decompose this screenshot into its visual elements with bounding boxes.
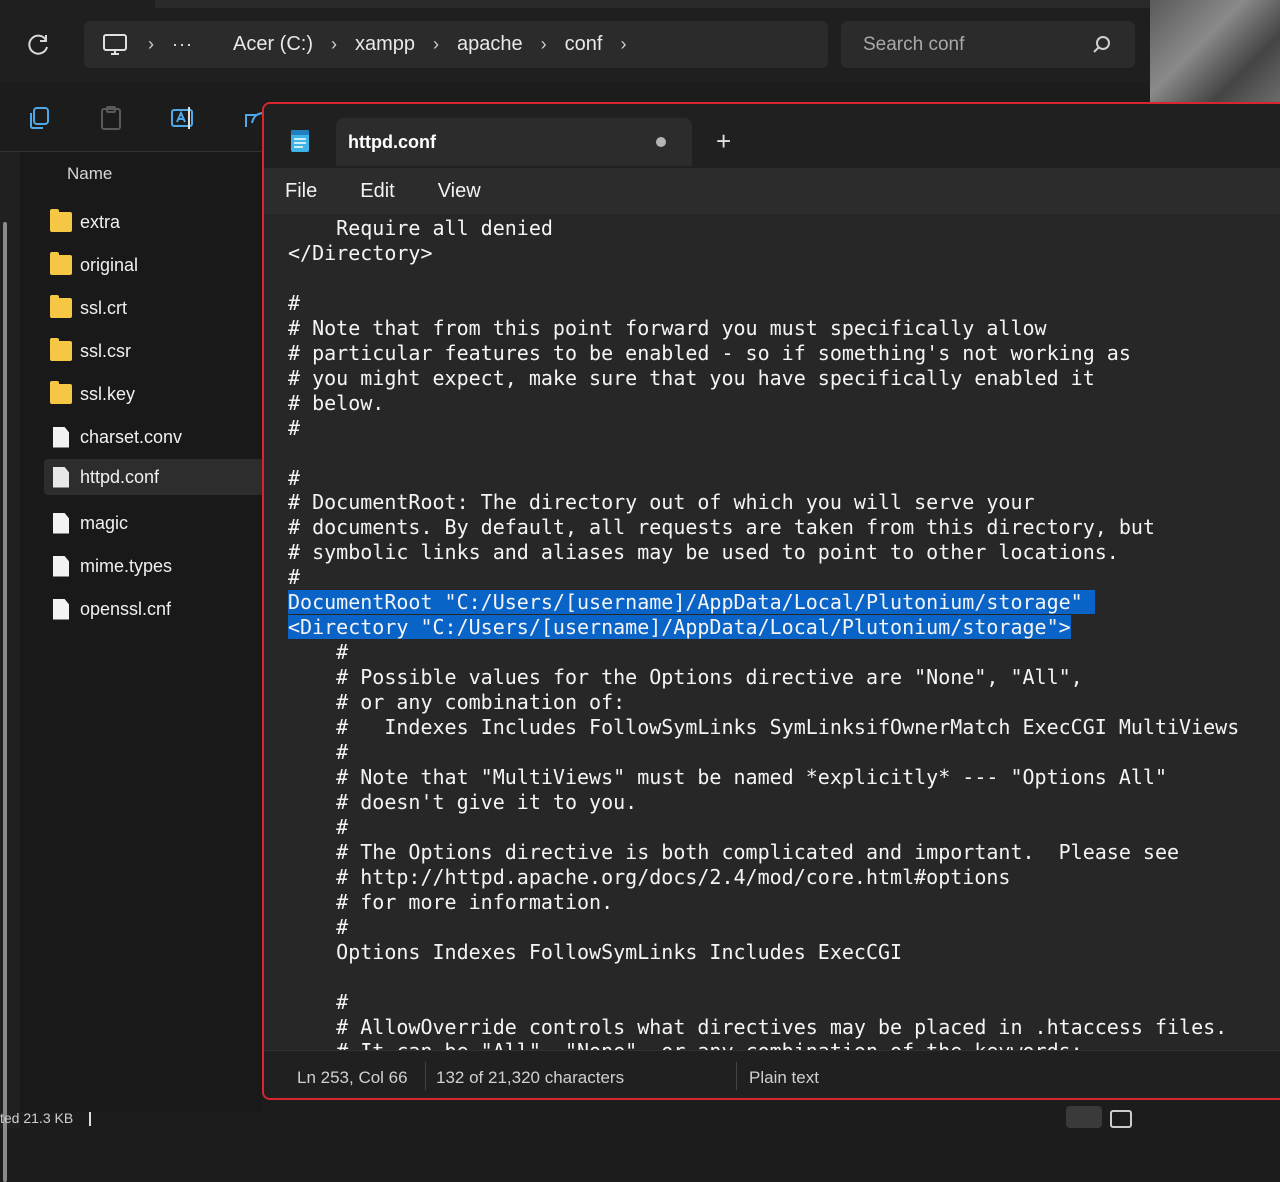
folder-icon bbox=[50, 209, 72, 232]
rename-icon[interactable] bbox=[170, 105, 196, 131]
file-name: mime.types bbox=[80, 555, 173, 576]
notepad-window: httpd.conf + File Edit View Require all … bbox=[262, 102, 1280, 1100]
refresh-icon[interactable] bbox=[26, 32, 52, 58]
folder-icon bbox=[50, 252, 72, 275]
chevron-right-icon[interactable]: › bbox=[620, 34, 626, 55]
text-before-selection: Require all denied </Directory> # # Note… bbox=[288, 216, 1155, 590]
file-name: magic bbox=[80, 512, 129, 533]
status-bar: Ln 253, Col 66 132 of 21,320 characters … bbox=[264, 1050, 1280, 1098]
search-placeholder[interactable]: Search conf bbox=[863, 34, 1089, 56]
list-item[interactable]: magic bbox=[44, 505, 282, 541]
list-item[interactable]: charset.conv bbox=[44, 419, 282, 455]
cursor-position[interactable]: Ln 253, Col 66 bbox=[297, 1068, 408, 1088]
list-item[interactable]: original bbox=[44, 247, 282, 283]
navigation-pane bbox=[0, 152, 20, 1182]
character-count: 132 of 21,320 characters bbox=[436, 1068, 625, 1087]
list-item-selected[interactable]: httpd.conf bbox=[44, 459, 282, 495]
file-icon bbox=[53, 598, 69, 620]
chevron-right-icon: › bbox=[330, 34, 337, 54]
explorer-top-strip bbox=[155, 0, 1150, 8]
tab-title: httpd.conf bbox=[348, 131, 436, 152]
file-list: Name extra original ssl.crt ssl.csr ssl.… bbox=[20, 152, 282, 1112]
file-icon bbox=[53, 426, 69, 448]
file-type[interactable]: Plain text bbox=[749, 1068, 819, 1088]
search-box[interactable]: Search conf bbox=[841, 21, 1135, 68]
text-editor[interactable]: Require all denied </Directory> # # Note… bbox=[264, 214, 1280, 1050]
file-name: ssl.csr bbox=[80, 340, 131, 361]
column-header-name[interactable]: Name bbox=[67, 164, 112, 184]
notepad-icon bbox=[290, 129, 310, 153]
menu-bar: File Edit View bbox=[264, 168, 1280, 214]
new-tab-button[interactable]: + bbox=[716, 128, 731, 154]
selected-text-line-2[interactable]: <Directory "C:/Users/[username]/AppData/… bbox=[288, 615, 1071, 640]
status-divider bbox=[89, 1112, 92, 1127]
details-view-icon[interactable] bbox=[1066, 1106, 1102, 1128]
file-name: ssl.crt bbox=[80, 297, 127, 318]
chevron-right-icon: › bbox=[148, 34, 154, 54]
address-bar[interactable]: › ··· Acer (C:) › xampp › apache › conf … bbox=[84, 21, 828, 68]
computer-icon[interactable] bbox=[102, 33, 130, 57]
menu-edit[interactable]: Edit bbox=[360, 180, 394, 203]
breadcrumb-xampp[interactable]: xampp bbox=[355, 33, 415, 56]
file-icon bbox=[53, 512, 69, 534]
breadcrumb-conf[interactable]: conf bbox=[565, 33, 603, 56]
breadcrumb-overflow[interactable]: ··· bbox=[172, 34, 193, 55]
status-divider bbox=[425, 1062, 426, 1090]
file-icon bbox=[53, 555, 69, 577]
list-item[interactable]: ssl.csr bbox=[44, 333, 282, 369]
chevron-right-icon: › bbox=[540, 34, 547, 54]
selected-text-line-1[interactable]: DocumentRoot "C:/Users/[username]/AppDat… bbox=[288, 590, 1095, 615]
paste-icon[interactable] bbox=[98, 105, 124, 131]
list-item[interactable]: openssl.cnf bbox=[44, 591, 282, 627]
list-item[interactable]: ssl.crt bbox=[44, 290, 282, 326]
copy-icon[interactable] bbox=[26, 105, 52, 131]
text-after-selection: # # Possible values for the Options dire… bbox=[336, 640, 1240, 1050]
folder-icon bbox=[50, 381, 72, 404]
title-bar: httpd.conf + bbox=[264, 104, 1280, 168]
breadcrumb-drive[interactable]: Acer (C:) bbox=[233, 33, 313, 56]
file-icon bbox=[53, 466, 69, 488]
chevron-right-icon: › bbox=[433, 34, 440, 54]
file-name: extra bbox=[80, 211, 121, 232]
status-divider bbox=[736, 1062, 737, 1090]
file-name: httpd.conf bbox=[80, 466, 160, 487]
list-item[interactable]: ssl.key bbox=[44, 376, 282, 412]
desktop-background bbox=[1150, 0, 1280, 105]
folder-icon bbox=[50, 295, 72, 318]
scrollbar[interactable] bbox=[3, 222, 7, 1182]
selection-size: ted 21.3 KB bbox=[0, 1110, 74, 1126]
file-name: charset.conv bbox=[80, 426, 183, 447]
editor-text[interactable]: Require all denied </Directory> # # Note… bbox=[288, 216, 1239, 1050]
search-icon[interactable] bbox=[1089, 32, 1115, 58]
file-name: ssl.key bbox=[80, 383, 136, 404]
unsaved-dot-icon[interactable] bbox=[656, 137, 666, 147]
breadcrumb-apache[interactable]: apache bbox=[457, 33, 523, 56]
folder-icon bbox=[50, 338, 72, 361]
explorer-toolbar bbox=[0, 83, 265, 152]
menu-file[interactable]: File bbox=[285, 180, 317, 203]
tiles-view-icon[interactable] bbox=[1110, 1110, 1132, 1128]
explorer-status-bar: ted 21.3 KB bbox=[0, 1110, 262, 1128]
tab-httpd-conf[interactable]: httpd.conf bbox=[336, 118, 692, 166]
view-toggle bbox=[1066, 1106, 1146, 1128]
list-item[interactable]: mime.types bbox=[44, 548, 282, 584]
file-name: openssl.cnf bbox=[80, 598, 172, 619]
file-name: original bbox=[80, 254, 139, 275]
menu-view[interactable]: View bbox=[438, 180, 481, 203]
list-item[interactable]: extra bbox=[44, 204, 282, 240]
